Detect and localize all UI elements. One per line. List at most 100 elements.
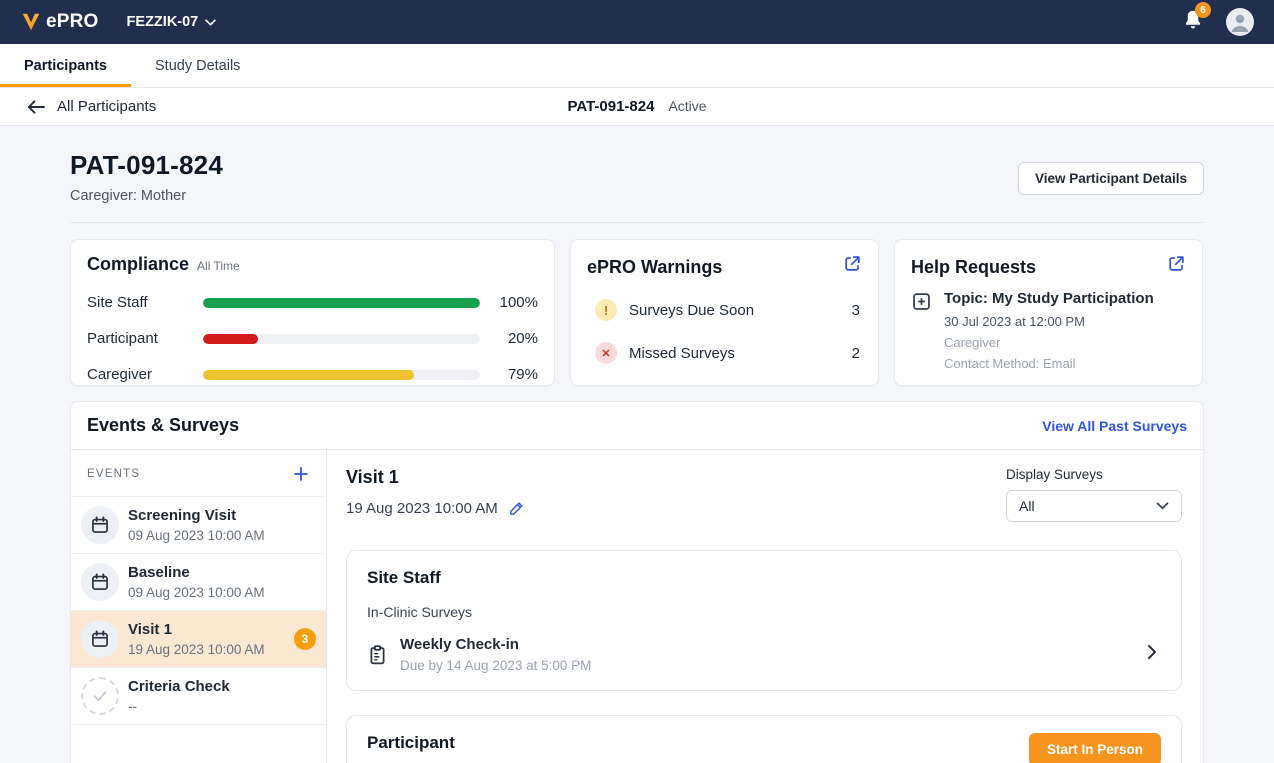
user-avatar[interactable] [1226,8,1254,36]
notifications-badge: 6 [1195,2,1211,18]
event-item-baseline[interactable]: Baseline 09 Aug 2023 10:00 AM [71,554,326,611]
epro-warnings-card: ePRO Warnings ! Surveys Due Soon 3 ✕ Mis… [570,239,879,386]
events-list-header: EVENTS [71,450,326,497]
site-staff-section: Site Staff In-Clinic Surveys Weekly Chec… [346,550,1182,691]
survey-due-date: Due by 14 Aug 2023 at 5:00 PM [400,658,591,673]
caregiver-subtitle: Caregiver: Mother [70,188,223,204]
compliance-row-caregiver: Caregiver 79% [87,366,538,383]
brand-v-icon [20,11,42,33]
calendar-icon [81,563,119,601]
progress-fill [203,298,480,308]
participant-section: Participant Start In Person In-Clinic Su… [346,715,1182,763]
study-selector[interactable]: FEZZIK-07 [127,14,217,30]
display-surveys-value: All [1019,498,1035,514]
arrow-left-icon [26,99,45,115]
site-staff-title: Site Staff [367,568,1161,588]
participant-header-center: PAT-091-824 Active [0,98,1274,115]
chevron-down-icon [1156,502,1169,510]
navbar-actions: 6 [1182,8,1254,36]
missed-icon: ✕ [595,342,617,364]
pencil-icon [508,500,525,517]
help-requests-title: Help Requests [911,257,1036,278]
display-surveys-select[interactable]: All [1006,490,1182,522]
visit-title: Visit 1 [346,467,525,488]
tab-participants[interactable]: Participants [0,44,131,87]
event-item-visit-1[interactable]: Visit 1 19 Aug 2023 10:00 AM 3 [71,611,326,668]
event-badge: 3 [294,628,316,650]
start-in-person-button[interactable]: Start In Person [1029,733,1161,763]
help-request-topic: Topic: My Study Participation [944,290,1154,307]
compliance-period: All Time [197,259,240,273]
event-name: Criteria Check [128,678,230,695]
progress-fill [203,370,414,380]
edit-visit-datetime-button[interactable] [508,500,525,517]
check-circle-icon [81,677,119,715]
summary-cards-row: Compliance All Time Site Staff 100% Part… [70,239,1204,386]
view-participant-details-button[interactable]: View Participant Details [1018,162,1204,195]
event-name: Visit 1 [128,621,265,638]
compliance-row-site-staff: Site Staff 100% [87,294,538,311]
warning-row-missed[interactable]: ✕ Missed Surveys 2 [587,342,862,364]
survey-row-weekly-check-in[interactable]: Weekly Check-in Due by 14 Aug 2023 at 5:… [367,636,1161,673]
chevron-right-icon [1147,644,1161,665]
add-event-button[interactable] [292,465,310,483]
event-datetime: 19 Aug 2023 10:00 AM [128,642,265,657]
event-datetime: -- [128,699,230,714]
warning-row-due-soon[interactable]: ! Surveys Due Soon 3 [587,299,862,321]
warnings-title: ePRO Warnings [587,257,722,278]
event-datetime: 09 Aug 2023 10:00 AM [128,585,265,600]
compliance-label: Caregiver [87,366,203,383]
compliance-title: Compliance [87,254,189,275]
top-navbar: ePRO FEZZIK-07 6 [0,0,1274,44]
help-request-item[interactable]: Topic: My Study Participation 30 Jul 202… [911,290,1186,371]
tab-study-details-label: Study Details [155,58,240,74]
compliance-row-participant: Participant 20% [87,330,538,347]
event-datetime: 09 Aug 2023 10:00 AM [128,528,265,543]
tab-bar: Participants Study Details [0,44,1274,88]
help-requests-external-link-button[interactable] [1167,254,1186,273]
compliance-label: Participant [87,330,203,347]
plus-icon [292,465,310,483]
warnings-external-link-button[interactable] [843,254,862,273]
app-logo: ePRO [20,11,99,33]
page-title: PAT-091-824 [70,150,223,181]
participant-status: Active [668,98,706,114]
participant-id: PAT-091-824 [567,98,654,115]
event-detail-panel: Visit 1 19 Aug 2023 10:00 AM [327,450,1203,763]
calendar-icon [81,506,119,544]
person-icon [1226,8,1254,36]
calendar-icon [81,620,119,658]
progress-track [203,298,480,308]
breadcrumb: PAT-091-824 Active All Participants [0,88,1274,126]
events-surveys-header: Events & Surveys View All Past Surveys [71,402,1203,450]
events-surveys-card: Events & Surveys View All Past Surveys E… [70,401,1204,763]
compliance-label: Site Staff [87,294,203,311]
back-to-all-participants[interactable]: All Participants [26,98,156,115]
view-all-past-surveys-link[interactable]: View All Past Surveys [1042,418,1187,434]
back-label: All Participants [57,98,156,115]
compliance-percent: 79% [480,366,538,383]
site-staff-subtitle: In-Clinic Surveys [367,604,1161,620]
warning-label: Missed Surveys [629,345,735,362]
tab-study-details[interactable]: Study Details [131,44,264,87]
event-item-criteria-check[interactable]: Criteria Check -- [71,668,326,725]
event-name: Baseline [128,564,265,581]
tab-participants-label: Participants [24,58,107,74]
help-request-requester: Caregiver [944,335,1154,350]
events-list-panel: EVENTS [71,450,327,763]
progress-track [203,334,480,344]
notifications-button[interactable]: 6 [1182,8,1204,36]
progress-fill [203,334,258,344]
event-item-screening-visit[interactable]: Screening Visit 09 Aug 2023 10:00 AM [71,497,326,554]
participant-title: Participant [367,733,455,753]
compliance-percent: 20% [480,330,538,347]
compliance-percent: 100% [480,294,538,311]
events-surveys-title: Events & Surveys [87,415,239,436]
header-divider [70,222,1204,223]
visit-datetime: 19 Aug 2023 10:00 AM [346,500,498,517]
help-request-contact-method: Contact Method: Email [944,356,1154,371]
warning-label: Surveys Due Soon [629,302,754,319]
progress-track [203,370,480,380]
survey-name: Weekly Check-in [400,636,591,653]
help-request-timestamp: 30 Jul 2023 at 12:00 PM [944,314,1154,329]
